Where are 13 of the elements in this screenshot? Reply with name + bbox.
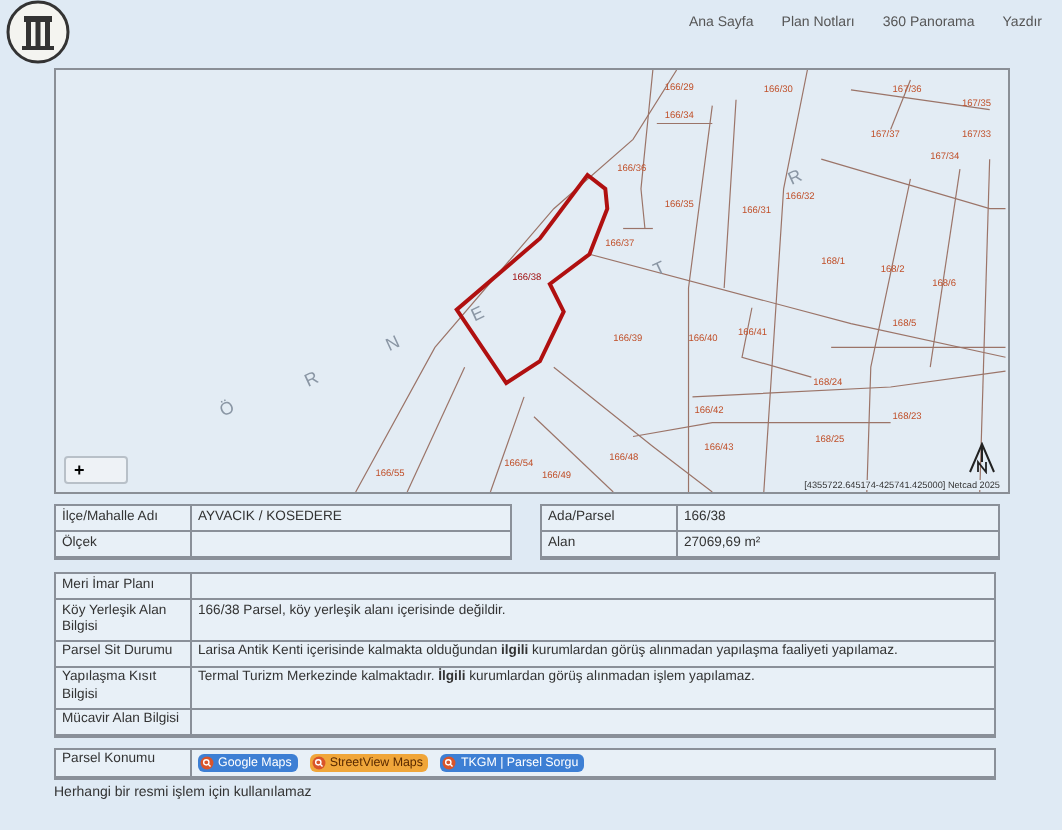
logo-icon <box>6 0 70 64</box>
place-name-letter: E <box>467 302 488 326</box>
parcel-map[interactable] <box>54 68 1010 494</box>
north-arrow-icon <box>968 442 996 474</box>
place-name-letter: T <box>650 256 669 280</box>
search-icon <box>442 755 457 770</box>
place-name-letter: R <box>784 164 805 189</box>
place-name-letter: Ö <box>216 396 238 421</box>
search-icon <box>311 755 326 770</box>
place-name-letter: N <box>382 331 403 355</box>
zoom-in-button[interactable]: + <box>64 456 128 484</box>
place-name-letter: R <box>301 367 322 391</box>
search-icon <box>200 755 214 770</box>
